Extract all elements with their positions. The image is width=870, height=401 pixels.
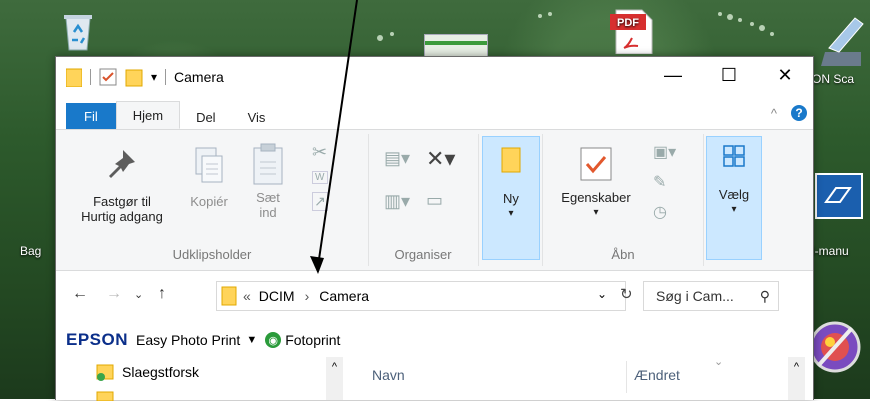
folder-icon [66,68,82,87]
address-bar[interactable]: « DCIM › Camera [216,281,626,311]
search-placeholder: Søg i Cam... [656,288,734,304]
scroll-up-icon[interactable]: ^ [326,361,343,373]
image-thumbnail-icon[interactable] [424,34,488,58]
navigation-scrollbar[interactable]: ^ [326,357,343,400]
scanner-icon[interactable] [815,10,865,70]
organize-group-label: Organiser [394,247,452,262]
separator [90,69,91,85]
title-bar[interactable]: ▾ Camera — ☐ ✕ [56,57,813,97]
epson-logo: EPSON [66,330,129,349]
pin-quick-access-button[interactable]: Fastgør til Hurtig adgang [72,146,172,224]
paste-icon [253,143,283,185]
file-list: Navn Ændret ⌄ ^ [344,356,813,400]
minimize-button[interactable]: — [645,57,701,93]
help-icon[interactable]: ? [791,105,807,121]
fotoprint-icon[interactable]: ◉ [265,332,282,348]
easy-photo-print-button[interactable]: Easy Photo Print [136,332,240,348]
column-header-name[interactable]: Navn [372,367,405,383]
desktop-decoration [377,12,774,41]
cut-icon[interactable]: ✂ [312,142,328,163]
new-folder-icon [501,147,521,173]
tab-view[interactable]: Vis [232,105,282,129]
navigation-pane: Slaegstforsk ^ [56,357,344,401]
dropdown-arrow-icon: ▾ [731,204,737,215]
customize-toolbar-icon[interactable]: ▾ [151,70,157,84]
edit-icon[interactable]: ✎ [653,172,676,192]
search-icon: ⚲ [759,287,770,304]
scroll-up-icon[interactable]: ^ [788,361,805,373]
breadcrumb-camera[interactable]: Camera [319,288,369,304]
close-button[interactable]: ✕ [757,57,813,93]
copy-to-icon[interactable]: ▥▾ [384,191,410,212]
history-icon[interactable]: ◷ [653,202,676,222]
back-button[interactable]: ← [72,285,88,303]
copy-icon [195,147,223,183]
address-dropdown-icon[interactable]: ⌄ [597,287,607,301]
easy-photo-print-dropdown-icon[interactable]: ▼ [246,334,257,346]
window-title: Camera [174,69,224,85]
recent-locations-button[interactable]: ⌄ [134,288,143,301]
desktop-icon-label-bag[interactable]: Bag [20,244,41,258]
maximize-button[interactable]: ☐ [701,57,757,93]
nav-item-slaegstforsk[interactable]: Slaegstforsk [96,363,199,381]
svg-text:PDF: PDF [617,17,639,29]
folder-icon [221,286,237,306]
address-row: ← → ⌄ ↑ « DCIM › Camera ⌄ ↻ Søg i Cam...… [56,279,813,313]
separator [165,69,167,85]
select-grid-icon [723,145,745,167]
collapse-ribbon-icon[interactable]: ^ [771,106,777,121]
ribbon: Fastgør til Hurtig adgang Kopiér Sæt ind… [56,129,813,271]
tab-home[interactable]: Hjem [115,101,181,129]
tab-share[interactable]: Del [180,105,232,129]
file-list-scrollbar[interactable]: ^ [788,357,805,400]
new-folder-icon[interactable] [125,67,143,87]
paste-shortcut-icon[interactable]: ↗ [312,192,328,211]
clipboard-group: Fastgør til Hurtig adgang Kopiér Sæt ind… [56,134,369,266]
epson-toolbar: EPSON Easy Photo Print ▼ ◉ Fotoprint [56,325,813,355]
tab-file[interactable]: Fil [66,103,116,129]
clipboard-group-label: Udklipsholder [172,247,252,262]
window-controls: — ☐ ✕ [645,57,813,93]
breadcrumb-dcim[interactable]: DCIM [259,288,295,304]
file-explorer-window[interactable]: ▾ Camera — ☐ ✕ Fil Hjem Del Vis ^ ? Fast… [55,56,814,401]
column-header-modified[interactable]: Ændret [634,367,680,383]
forward-button[interactable]: → [106,285,122,303]
pdf-file-icon[interactable]: PDF [610,8,654,54]
fotoprint-button[interactable]: Fotoprint [285,332,340,348]
rename-icon[interactable]: ▭ [426,190,455,211]
search-box[interactable]: Søg i Cam... ⚲ [643,281,779,311]
delete-icon[interactable]: ✕▾ [426,146,455,172]
refresh-icon[interactable]: ↻ [620,285,633,303]
open-group-label: Åbn [611,247,635,262]
properties-icon [580,147,612,181]
ribbon-tabs: Fil Hjem Del Vis ^ ? [56,101,813,129]
clipboard-small-buttons: ✂ W ↗ [312,142,328,211]
quick-access-toolbar: ▾ [66,67,167,87]
select-button[interactable]: Vælg ▾ [706,136,762,260]
properties-button[interactable]: Egenskaber ▾ [551,146,641,220]
desktop-icon-label-scan[interactable]: ON Sca [812,72,854,86]
dropdown-arrow-icon: ▾ [593,207,599,218]
paint-app-icon[interactable] [808,318,862,376]
paste-button[interactable]: Sæt ind [246,142,290,220]
column-divider [626,361,627,393]
folder-icon [96,391,114,401]
copy-path-icon[interactable]: W [312,171,328,184]
open-icon[interactable]: ▣▾ [653,142,676,162]
manual-icon[interactable] [812,168,864,226]
address-overflow[interactable]: « [243,288,251,304]
recycle-bin-icon[interactable] [60,10,96,52]
breadcrumb-chevron[interactable]: › [305,288,310,304]
move-to-icon[interactable]: ▤▾ [384,148,410,169]
properties-icon[interactable] [99,68,117,86]
dropdown-arrow-icon: ▾ [508,208,514,219]
up-button[interactable]: ↑ [158,285,166,303]
synced-folder-icon [96,364,114,381]
new-item-button[interactable]: Ny ▾ [482,136,540,260]
pin-icon [109,150,135,178]
organize-group: ▤▾ ▥▾ ✕▾ ▭ Organiser [368,134,479,266]
copy-button[interactable]: Kopiér [184,146,234,209]
open-group: Egenskaber ▾ ▣▾ ✎ ◷ Åbn [542,134,704,266]
sort-indicator-icon: ⌄ [714,356,724,368]
